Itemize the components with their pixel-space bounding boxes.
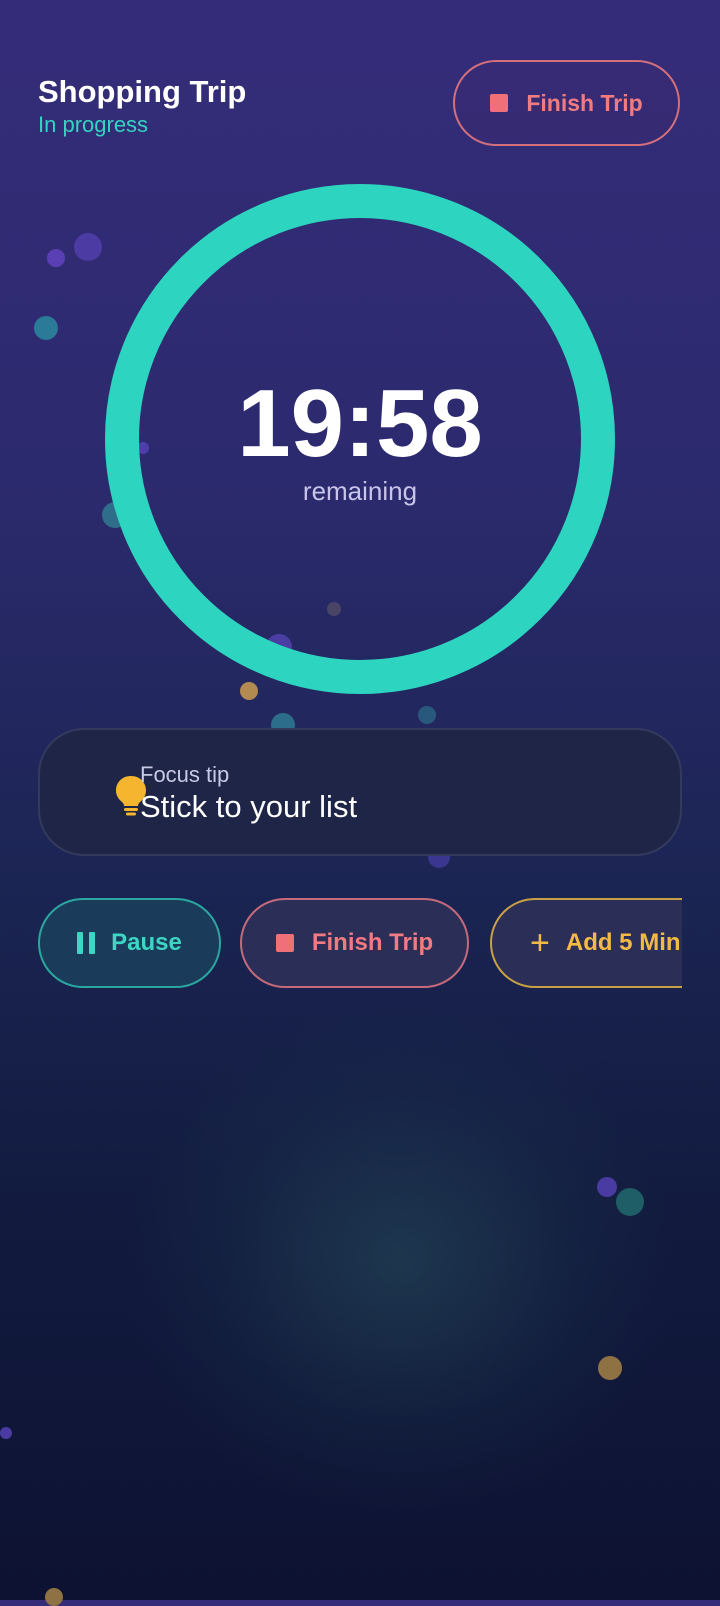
add-5-min-label: Add 5 Min xyxy=(565,929,681,956)
particle-dot xyxy=(598,1356,622,1380)
pause-icon xyxy=(77,932,96,954)
time-remaining: 19:58 xyxy=(237,370,483,477)
particle-dot xyxy=(74,233,102,261)
finish-trip-button[interactable]: Finish Trip xyxy=(453,60,680,146)
particle-dot xyxy=(418,706,436,724)
background-glow xyxy=(120,1000,680,1520)
pause-button[interactable]: Pause xyxy=(38,898,221,988)
header: Shopping Trip In progress xyxy=(38,72,246,138)
particle-dot xyxy=(597,1177,617,1197)
timer-ring: 19:58 remaining xyxy=(105,184,615,694)
action-bar: Pause Finish Trip + Add 5 Min xyxy=(38,898,682,988)
finish-trip-label: Finish Trip xyxy=(526,89,643,116)
page-title: Shopping Trip xyxy=(38,74,247,109)
stop-icon xyxy=(490,94,509,112)
status-text: In progress xyxy=(38,112,149,137)
finish-trip-pill-button[interactable]: Finish Trip xyxy=(240,898,469,988)
particle-dot xyxy=(47,249,65,267)
particle-dot xyxy=(616,1188,644,1216)
pause-label: Pause xyxy=(111,929,182,956)
particle-dot xyxy=(34,316,58,340)
plus-icon: + xyxy=(530,924,550,962)
tip-text: Stick to your list xyxy=(140,789,358,824)
focus-tip-card: Focus tip Stick to your list xyxy=(38,728,682,856)
particle-dot xyxy=(0,1427,12,1439)
add-5-min-button[interactable]: + Add 5 Min xyxy=(490,898,682,988)
particle-dot xyxy=(45,1588,63,1606)
time-remaining-label: remaining xyxy=(302,476,418,506)
tip-heading: Focus tip xyxy=(140,762,230,787)
finish-trip-pill-label: Finish Trip xyxy=(311,929,434,956)
stop-icon xyxy=(275,934,294,952)
